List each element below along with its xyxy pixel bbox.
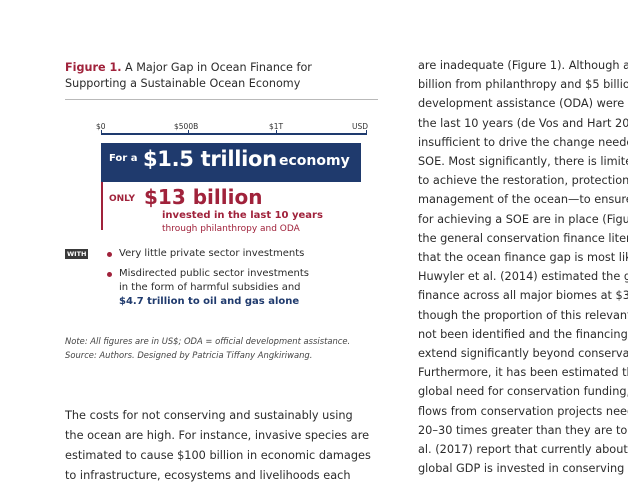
text-line: global GDP is invested in conserving ar: [418, 462, 628, 476]
text-line: for achieving a SOE are in place (Figure: [418, 212, 628, 226]
text-line: the last 10 years (de Vos and Hart 2020: [418, 116, 628, 130]
note-line1: Note: All figures are in US$; ODA = offi…: [65, 336, 351, 346]
text-line: to infrastructure, ecosystems and liveli…: [65, 469, 351, 482]
with-label: WITH: [65, 249, 89, 259]
text-line: not been identified and the financing r: [418, 327, 628, 341]
economy-bar: For a $1.5 trillion economy: [101, 143, 361, 182]
text-line: the ocean are high. For instance, invasi…: [65, 429, 370, 442]
figure-note: Note: All figures are in US$; ODA = offi…: [65, 334, 385, 362]
investment-prefix: ONLY: [109, 194, 136, 204]
text-line: development assistance (ODA) were in: [418, 97, 628, 111]
text-line: though the proportion of this relevant: [418, 308, 628, 322]
axis-tick-mark: [366, 130, 367, 135]
text-line: flows from conservation projects need: [418, 404, 628, 418]
axis-tick-mark: [188, 130, 189, 135]
text-line: extend significantly beyond conservati: [418, 347, 628, 361]
figure-label: Figure 1.: [65, 61, 122, 74]
figure-title: Figure 1. A Major Gap in Ocean Finance f…: [65, 60, 385, 92]
text-line: insufficient to drive the change needed: [418, 135, 628, 149]
bullet-1-text: Very little private sector investments: [119, 248, 305, 259]
investment-bar: [101, 182, 103, 230]
axis-tick-mark: [101, 130, 102, 135]
text-line: Furthermore, it has been estimated tha: [418, 366, 628, 380]
text-line: SOE. Most significantly, there is limite…: [418, 155, 628, 169]
axis-tick-mark: [276, 130, 277, 135]
text-line: the general conservation finance litera: [418, 231, 628, 245]
text-line: to achieve the restoration, protection a: [418, 174, 628, 188]
bullet-2-line2: in the form of harmful subsidies and: [119, 282, 301, 293]
economy-bar-prefix: For a: [109, 153, 138, 164]
text-line: estimated to cause $100 billion in econo…: [65, 449, 371, 462]
figure-title-line2: Supporting a Sustainable Ocean Economy: [65, 77, 301, 90]
bullet-2-line1: Misdirected public sector investments: [119, 268, 310, 279]
body-text-left: The costs for not conserving and sustain…: [65, 406, 385, 486]
bullet-dot-icon: [107, 252, 112, 257]
bullet-dot-icon: [107, 272, 112, 277]
figure-title-divider: [65, 99, 378, 100]
text-line: management of the ocean—to ensure t: [418, 193, 628, 207]
text-line: 20–30 times greater than they are toda: [418, 423, 628, 437]
body-text-right: are inadequate (Figure 1). Although an b…: [418, 56, 628, 478]
investment-line2: through philanthropy and ODA: [162, 224, 300, 234]
axis-line: [101, 133, 367, 135]
note-source: Source: Authors. Designed by Patricia Ti…: [65, 350, 313, 360]
investment-amount: $13 billion: [144, 185, 263, 209]
figure-title-line1: A Major Gap in Ocean Finance for: [121, 61, 312, 74]
text-line: Huwyler et al. (2014) estimated the gap: [418, 270, 628, 284]
text-line: al. (2017) report that currently about 0: [418, 443, 628, 457]
text-line: The costs for not conserving and sustain…: [65, 409, 353, 422]
bullet-2-strong: $4.7 trillion to oil and gas alone: [119, 296, 300, 307]
axis-tick-500b: $500B: [174, 122, 199, 131]
economy-bar-amount: $1.5 trillion: [143, 147, 277, 171]
text-line: billion from philanthropy and $5 billio: [418, 78, 628, 92]
economy-bar-suffix: economy: [279, 153, 350, 169]
text-line: global need for conservation funding, l: [418, 385, 628, 399]
bullet-2: Misdirected public sector investments in…: [119, 267, 309, 309]
text-line: are inadequate (Figure 1). Although an: [418, 59, 628, 72]
text-line: that the ocean finance gap is most like: [418, 251, 628, 265]
text-line: finance across all major biomes at $30: [418, 289, 628, 303]
investment-line1: invested in the last 10 years: [162, 210, 323, 221]
